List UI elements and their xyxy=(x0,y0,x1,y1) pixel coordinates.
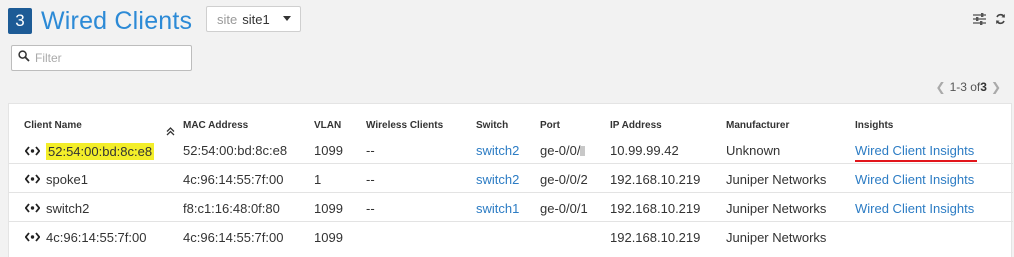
client-name-cell[interactable]: spoke1 xyxy=(24,172,88,187)
wired-clients-table: Client Name MAC Address VLAN Wireless Cl… xyxy=(8,103,1013,257)
page-range: 1-3 of xyxy=(949,80,981,94)
client-icon xyxy=(24,230,41,245)
vlan: 1099 xyxy=(314,230,343,245)
count-badge: 3 xyxy=(8,8,32,34)
insights-link[interactable]: Wired Client Insights xyxy=(855,143,974,158)
client-icon xyxy=(24,172,41,187)
toolbar-icons xyxy=(973,12,1006,30)
column-header-mac[interactable]: MAC Address xyxy=(183,120,248,131)
insights-link[interactable]: Wired Client Insights xyxy=(855,172,974,187)
switch-link[interactable]: switch1 xyxy=(476,201,519,216)
prev-page-icon[interactable]: ❮ xyxy=(936,80,946,94)
column-header-ip[interactable]: IP Address xyxy=(610,120,662,131)
client-icon xyxy=(24,201,41,216)
wireless-clients: -- xyxy=(366,172,375,187)
mac-address: f8:c1:16:48:0f:80 xyxy=(183,201,280,216)
vlan: 1099 xyxy=(314,143,343,158)
client-name-cell[interactable]: switch2 xyxy=(24,201,90,216)
switch-link[interactable]: switch2 xyxy=(476,143,519,158)
site-selector-label: site xyxy=(217,11,238,27)
manufacturer: Juniper Networks xyxy=(726,230,827,245)
client-name: 52:54:00:bd:8c:e8 xyxy=(46,143,155,160)
client-name: 4c:96:14:55:7f:00 xyxy=(46,230,147,245)
insights-link[interactable]: Wired Client Insights xyxy=(855,201,974,216)
column-header-client-name[interactable]: Client Name xyxy=(24,120,82,131)
page-total: 3 xyxy=(980,80,987,94)
manufacturer: Juniper Networks xyxy=(726,201,827,216)
column-header-switch[interactable]: Switch xyxy=(476,120,508,131)
chevron-down-icon xyxy=(283,16,291,21)
search-icon xyxy=(18,49,30,67)
mac-address: 4c:96:14:55:7f:00 xyxy=(183,172,284,187)
filter-settings-icon[interactable] xyxy=(973,12,986,30)
column-header-wireless-clients[interactable]: Wireless Clients xyxy=(366,120,443,131)
client-name: switch2 xyxy=(46,201,90,216)
port: ge-0/0/ xyxy=(540,143,586,158)
site-selector-value: site1 xyxy=(242,11,270,27)
next-page-icon[interactable]: ❯ xyxy=(991,80,1001,94)
port: ge-0/0/1 xyxy=(540,201,588,216)
port: ge-0/0/2 xyxy=(540,172,588,187)
site-selector[interactable]: site site1 xyxy=(206,6,301,32)
vlan: 1 xyxy=(314,172,322,187)
table-row[interactable]: 52:54:00:bd:8c:e8 52:54:00:bd:8c:e8 1099… xyxy=(9,135,1013,164)
column-header-manufacturer[interactable]: Manufacturer xyxy=(726,120,789,131)
page-title: Wired Clients xyxy=(41,6,193,35)
mac-address: 52:54:00:bd:8c:e8 xyxy=(183,143,288,158)
refresh-icon[interactable] xyxy=(995,12,1006,30)
pagination: ❮ 1-3 of 3 ❯ xyxy=(932,80,1006,94)
manufacturer: Juniper Networks xyxy=(726,172,827,187)
vlan: 1099 xyxy=(314,201,343,216)
client-name-cell[interactable]: 52:54:00:bd:8c:e8 xyxy=(24,143,155,160)
ip-address: 192.168.10.219 xyxy=(610,230,701,245)
ip-address: 192.168.10.219 xyxy=(610,172,701,187)
redaction-mark xyxy=(580,146,586,156)
ip-address: 10.99.99.42 xyxy=(610,143,679,158)
column-header-port[interactable]: Port xyxy=(540,120,560,131)
table-row[interactable]: 4c:96:14:55:7f:00 4c:96:14:55:7f:00 1099… xyxy=(9,222,1013,251)
column-header-insights[interactable]: Insights xyxy=(855,120,893,131)
table-row[interactable]: spoke1 4c:96:14:55:7f:00 1 -- switch2 ge… xyxy=(9,164,1013,193)
switch-link[interactable]: switch2 xyxy=(476,172,519,187)
table-row[interactable]: switch2 f8:c1:16:48:0f:80 1099 -- switch… xyxy=(9,193,1013,222)
wireless-clients: -- xyxy=(366,143,375,158)
page-header: 3 Wired Clients xyxy=(8,6,192,36)
client-name: spoke1 xyxy=(46,172,88,187)
column-header-vlan[interactable]: VLAN xyxy=(314,120,341,131)
annotation-underline xyxy=(855,160,977,162)
filter-field[interactable] xyxy=(11,45,192,71)
filter-input[interactable] xyxy=(35,51,185,65)
manufacturer: Unknown xyxy=(726,143,781,158)
client-name-cell[interactable]: 4c:96:14:55:7f:00 xyxy=(24,230,147,245)
mac-address: 4c:96:14:55:7f:00 xyxy=(183,230,284,245)
wireless-clients: -- xyxy=(366,201,375,216)
port-value: ge-0/0/ xyxy=(540,143,581,158)
client-icon xyxy=(24,144,41,159)
ip-address: 192.168.10.219 xyxy=(610,201,701,216)
